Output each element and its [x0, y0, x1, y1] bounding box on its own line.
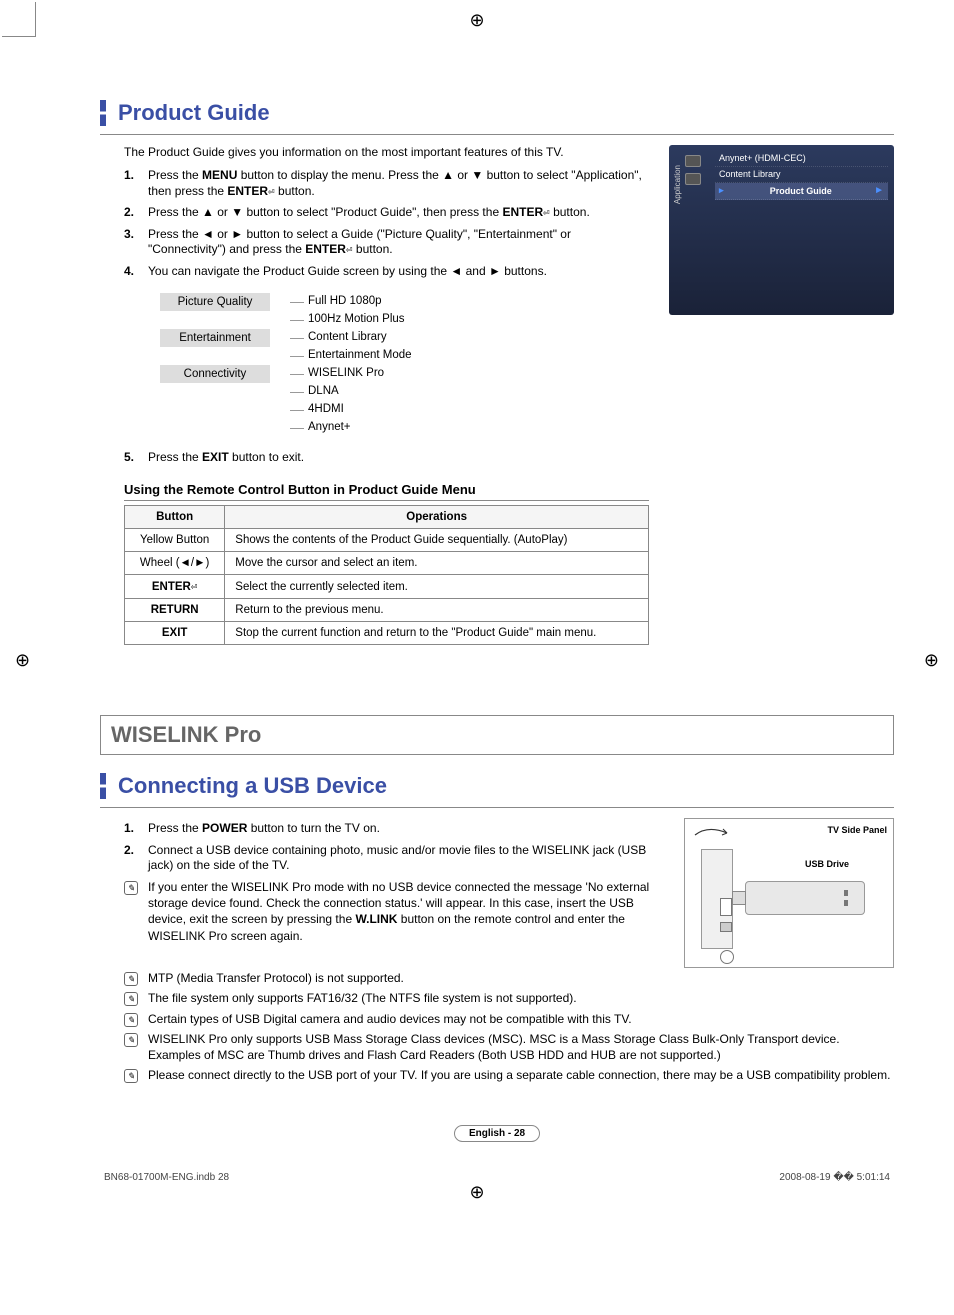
- note-icon: ✎: [124, 990, 144, 1006]
- print-registration-right: ⊕: [924, 650, 939, 671]
- table-header: Button: [125, 506, 225, 529]
- step-text: Press the ◄ or ► button to select a Guid…: [148, 227, 649, 258]
- table-row: EXITStop the current function and return…: [125, 622, 649, 645]
- intro-text: The Product Guide gives you information …: [124, 145, 649, 159]
- table-row: ENTER⏎Select the currently selected item…: [125, 575, 649, 599]
- section-title-product-guide: Product Guide: [118, 100, 270, 126]
- tree-item: Entertainment Mode: [290, 347, 649, 365]
- note-icon: ✎: [124, 970, 144, 986]
- step-number: 1.: [124, 821, 138, 837]
- table-cell-operation: Move the cursor and select an item.: [225, 552, 649, 575]
- tree-category: Picture Quality: [160, 293, 270, 311]
- step-text: Press the MENU button to display the men…: [148, 168, 649, 199]
- notes-list: ✎If you enter the WISELINK Pro mode with…: [124, 877, 664, 946]
- note-text: If you enter the WISELINK Pro mode with …: [148, 879, 664, 944]
- diagram-label-drive: USB Drive: [805, 859, 849, 869]
- subhead-remote-control: Using the Remote Control Button in Produ…: [124, 482, 649, 501]
- tree-category: Entertainment: [160, 329, 270, 347]
- step-text: Press the ▲ or ▼ button to select "Produ…: [148, 205, 590, 221]
- diagram-tv-panel: [701, 849, 733, 949]
- step-number: 5.: [124, 450, 138, 466]
- tv-osd-item: ▸Product Guide►: [715, 183, 888, 200]
- remote-control-table: ButtonOperationsYellow ButtonShows the c…: [124, 505, 649, 645]
- step-number: 4.: [124, 264, 138, 280]
- crop-mark: [2, 36, 36, 37]
- table-cell-operation: Stop the current function and return to …: [225, 622, 649, 645]
- note-text: The file system only supports FAT16/32 (…: [148, 990, 577, 1006]
- page-number-pill: English - 28: [454, 1125, 540, 1142]
- diagram-usb-connector: [732, 891, 746, 905]
- diagram-usb-port: [720, 898, 732, 916]
- footer-filename: BN68-01700M-ENG.indb 28: [104, 1172, 229, 1183]
- table-cell-button: EXIT: [125, 622, 225, 645]
- diagram-led: [844, 900, 848, 906]
- tv-osd-item: Anynet+ (HDMI-CEC): [715, 151, 888, 167]
- note-text: Please connect directly to the USB port …: [148, 1067, 890, 1083]
- table-cell-button: ENTER⏎: [125, 575, 225, 599]
- diagram-usb-drive: [745, 881, 865, 915]
- table-row: Yellow ButtonShows the contents of the P…: [125, 529, 649, 552]
- print-registration-top: ⊕: [469, 10, 484, 31]
- section-accent-bar: [100, 773, 106, 799]
- section-accent-bar: [100, 100, 106, 126]
- note-text: WISELINK Pro only supports USB Mass Stor…: [148, 1031, 894, 1063]
- step-number: 2.: [124, 205, 138, 221]
- tv-osd-icon: [685, 155, 701, 167]
- tv-osd-screenshot: Application Anynet+ (HDMI-CEC)Content Li…: [669, 145, 894, 645]
- note-icon: ✎: [124, 1067, 144, 1083]
- note-text: Certain types of USB Digital camera and …: [148, 1011, 632, 1027]
- diagram-jack: [720, 950, 734, 964]
- tree-item: WISELINK Pro: [290, 365, 649, 383]
- diagram-arrow-icon: [693, 823, 733, 839]
- table-cell-operation: Shows the contents of the Product Guide …: [225, 529, 649, 552]
- step-text: Press the EXIT button to exit.: [148, 450, 304, 466]
- note-text: MTP (Media Transfer Protocol) is not sup…: [148, 970, 404, 986]
- footer-timestamp: 2008-08-19 �� 5:01:14: [779, 1172, 890, 1183]
- diagram-led: [844, 890, 848, 896]
- table-cell-button: RETURN: [125, 599, 225, 622]
- step-text: Connect a USB device containing photo, m…: [148, 843, 664, 874]
- rule: [100, 134, 894, 135]
- section-bar-wiselink: WISELINK Pro: [111, 722, 261, 748]
- step-text: You can navigate the Product Guide scree…: [148, 264, 547, 280]
- table-header: Operations: [225, 506, 649, 529]
- steps-list-cont: 5. Press the EXIT button to exit.: [124, 447, 649, 469]
- tree-item: 4HDMI: [290, 401, 649, 419]
- step-number: 2.: [124, 843, 138, 874]
- step-number: 1.: [124, 168, 138, 199]
- table-row: Wheel (◄/►)Move the cursor and select an…: [125, 552, 649, 575]
- diagram-port: [720, 922, 732, 932]
- tree-item: DLNA: [290, 383, 649, 401]
- tree-item: Full HD 1080p: [290, 293, 649, 311]
- usb-connection-diagram: TV Side Panel USB Drive: [684, 818, 894, 968]
- tv-osd-item: Content Library: [715, 167, 888, 183]
- tree-item: Anynet+: [290, 419, 649, 437]
- tv-osd-category: Application: [673, 165, 682, 204]
- table-cell-operation: Return to the previous menu.: [225, 599, 649, 622]
- notes-list-cont: ✎MTP (Media Transfer Protocol) is not su…: [124, 968, 894, 1085]
- print-registration-bottom: ⊕: [469, 1182, 484, 1203]
- note-icon: ✎: [124, 879, 144, 895]
- note-icon: ✎: [124, 1011, 144, 1027]
- tv-osd-icon: [685, 173, 701, 185]
- rule: [100, 807, 894, 808]
- step-text: Press the POWER button to turn the TV on…: [148, 821, 380, 837]
- tree-category: Connectivity: [160, 365, 270, 383]
- crop-mark: [35, 2, 36, 36]
- table-row: RETURNReturn to the previous menu.: [125, 599, 649, 622]
- tree-item: Content Library: [290, 329, 649, 347]
- table-cell-button: Yellow Button: [125, 529, 225, 552]
- table-cell-button: Wheel (◄/►): [125, 552, 225, 575]
- print-registration-left: ⊕: [15, 650, 30, 671]
- step-number: 3.: [124, 227, 138, 258]
- usb-steps-list: 1. Press the POWER button to turn the TV …: [124, 818, 664, 877]
- note-icon: ✎: [124, 1031, 144, 1047]
- tree-item: 100Hz Motion Plus: [290, 311, 649, 329]
- section-title-usb: Connecting a USB Device: [118, 773, 387, 799]
- guide-tree: Picture Quality Full HD 1080p100Hz Motion…: [160, 293, 649, 437]
- table-cell-operation: Select the currently selected item.: [225, 575, 649, 599]
- steps-list: 1. Press the MENU button to display the m…: [124, 165, 649, 283]
